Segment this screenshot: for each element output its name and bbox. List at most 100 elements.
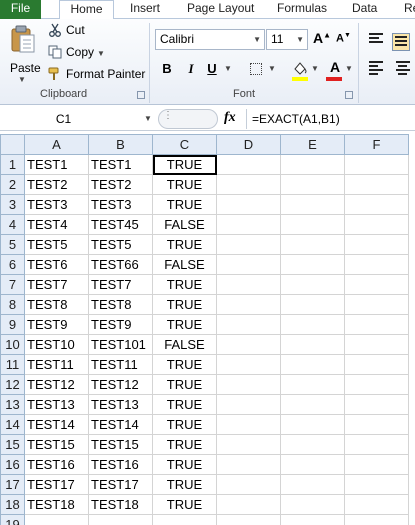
column-header-f[interactable]: F bbox=[344, 134, 409, 155]
cell-b[interactable]: TEST17 bbox=[88, 474, 153, 495]
cell-a[interactable]: TEST1 bbox=[24, 154, 89, 175]
cell-b[interactable]: TEST7 bbox=[88, 274, 153, 295]
cell-f[interactable] bbox=[344, 374, 409, 395]
cell-c[interactable]: TRUE bbox=[152, 394, 217, 415]
font-size-select[interactable]: 11 ▼ bbox=[266, 29, 308, 50]
chevron-down-icon[interactable]: ▼ bbox=[253, 30, 261, 49]
cell-b[interactable] bbox=[88, 514, 153, 525]
cell-e[interactable] bbox=[280, 514, 345, 525]
cell-f[interactable] bbox=[344, 214, 409, 235]
cell-a[interactable]: TEST16 bbox=[24, 454, 89, 475]
cell-c[interactable]: TRUE bbox=[152, 414, 217, 435]
tab-file[interactable]: File bbox=[0, 0, 41, 19]
cell-c[interactable]: TRUE bbox=[152, 354, 217, 375]
name-box[interactable]: C1 bbox=[0, 109, 157, 129]
underline-button[interactable]: U bbox=[204, 59, 220, 79]
tab-home[interactable]: Home bbox=[59, 0, 114, 20]
cell-a[interactable]: TEST15 bbox=[24, 434, 89, 455]
row-header[interactable]: 1 bbox=[0, 154, 25, 175]
cell-f[interactable] bbox=[344, 294, 409, 315]
clipboard-dialog-launcher-icon[interactable] bbox=[137, 91, 145, 99]
shrink-font-button[interactable]: A▼ bbox=[336, 32, 351, 45]
tab-insert[interactable]: Insert bbox=[130, 0, 160, 19]
cell-f[interactable] bbox=[344, 334, 409, 355]
chevron-down-icon[interactable]: ▼ bbox=[268, 59, 276, 79]
cell-c[interactable]: TRUE bbox=[152, 154, 217, 175]
cell-f[interactable] bbox=[344, 454, 409, 475]
cell-c[interactable]: TRUE bbox=[152, 294, 217, 315]
cell-a[interactable]: TEST12 bbox=[24, 374, 89, 395]
cell-d[interactable] bbox=[216, 254, 281, 275]
cell-d[interactable] bbox=[216, 394, 281, 415]
cell-f[interactable] bbox=[344, 494, 409, 515]
cell-b[interactable]: TEST9 bbox=[88, 314, 153, 335]
cell-e[interactable] bbox=[280, 454, 345, 475]
cell-a[interactable]: TEST10 bbox=[24, 334, 89, 355]
cell-e[interactable] bbox=[280, 154, 345, 175]
cell-a[interactable]: TEST3 bbox=[24, 194, 89, 215]
cell-f[interactable] bbox=[344, 414, 409, 435]
cell-c[interactable]: TRUE bbox=[152, 474, 217, 495]
cell-d[interactable] bbox=[216, 474, 281, 495]
chevron-down-icon[interactable]: ▼ bbox=[224, 59, 232, 79]
fill-color-icon[interactable] bbox=[292, 60, 308, 78]
cell-a[interactable]: TEST6 bbox=[24, 254, 89, 275]
cell-f[interactable] bbox=[344, 514, 409, 525]
cell-e[interactable] bbox=[280, 274, 345, 295]
cell-e[interactable] bbox=[280, 214, 345, 235]
row-header[interactable]: 17 bbox=[0, 474, 25, 495]
tab-formulas[interactable]: Formulas bbox=[277, 0, 327, 19]
cell-b[interactable]: TEST1 bbox=[88, 154, 153, 175]
cell-a[interactable]: TEST7 bbox=[24, 274, 89, 295]
cell-c[interactable]: TRUE bbox=[152, 194, 217, 215]
drag-handle-icon[interactable]: ⋮ bbox=[163, 110, 173, 121]
row-header[interactable]: 18 bbox=[0, 494, 25, 515]
cell-b[interactable]: TEST16 bbox=[88, 454, 153, 475]
cell-b[interactable]: TEST101 bbox=[88, 334, 153, 355]
cell-b[interactable]: TEST13 bbox=[88, 394, 153, 415]
insert-function-button[interactable]: fx bbox=[224, 108, 236, 128]
format-painter-button[interactable]: Format Painter bbox=[48, 67, 145, 85]
cell-e[interactable] bbox=[280, 234, 345, 255]
cell-e[interactable] bbox=[280, 254, 345, 275]
cell-e[interactable] bbox=[280, 434, 345, 455]
cell-e[interactable] bbox=[280, 314, 345, 335]
row-header[interactable]: 8 bbox=[0, 294, 25, 315]
cell-d[interactable] bbox=[216, 494, 281, 515]
chevron-down-icon[interactable]: ▼ bbox=[345, 59, 353, 79]
cell-d[interactable] bbox=[216, 294, 281, 315]
cell-c[interactable]: TRUE bbox=[152, 274, 217, 295]
cell-f[interactable] bbox=[344, 474, 409, 495]
cell-a[interactable]: TEST5 bbox=[24, 234, 89, 255]
cell-a[interactable]: TEST2 bbox=[24, 174, 89, 195]
cell-e[interactable] bbox=[280, 374, 345, 395]
tab-page-layout[interactable]: Page Layout bbox=[187, 0, 254, 19]
row-header[interactable]: 7 bbox=[0, 274, 25, 295]
row-header[interactable]: 19 bbox=[0, 514, 25, 525]
cell-c[interactable]: TRUE bbox=[152, 374, 217, 395]
cell-a[interactable]: TEST13 bbox=[24, 394, 89, 415]
row-header[interactable]: 10 bbox=[0, 334, 25, 355]
cell-f[interactable] bbox=[344, 314, 409, 335]
cell-e[interactable] bbox=[280, 394, 345, 415]
cell-d[interactable] bbox=[216, 334, 281, 355]
select-all-corner[interactable] bbox=[0, 134, 25, 155]
cell-a[interactable]: TEST14 bbox=[24, 414, 89, 435]
cell-c[interactable]: FALSE bbox=[152, 334, 217, 355]
cell-a[interactable]: TEST11 bbox=[24, 354, 89, 375]
row-header[interactable]: 12 bbox=[0, 374, 25, 395]
cell-d[interactable] bbox=[216, 314, 281, 335]
cell-d[interactable] bbox=[216, 214, 281, 235]
cell-d[interactable] bbox=[216, 374, 281, 395]
cell-f[interactable] bbox=[344, 154, 409, 175]
cell-e[interactable] bbox=[280, 414, 345, 435]
chevron-down-icon[interactable]: ▼ bbox=[296, 30, 304, 49]
cell-f[interactable] bbox=[344, 254, 409, 275]
cell-e[interactable] bbox=[280, 494, 345, 515]
cell-e[interactable] bbox=[280, 334, 345, 355]
cell-c[interactable]: TRUE bbox=[152, 234, 217, 255]
cell-d[interactable] bbox=[216, 174, 281, 195]
chevron-down-icon[interactable]: ▼ bbox=[311, 59, 319, 79]
row-header[interactable]: 2 bbox=[0, 174, 25, 195]
cell-b[interactable]: TEST8 bbox=[88, 294, 153, 315]
